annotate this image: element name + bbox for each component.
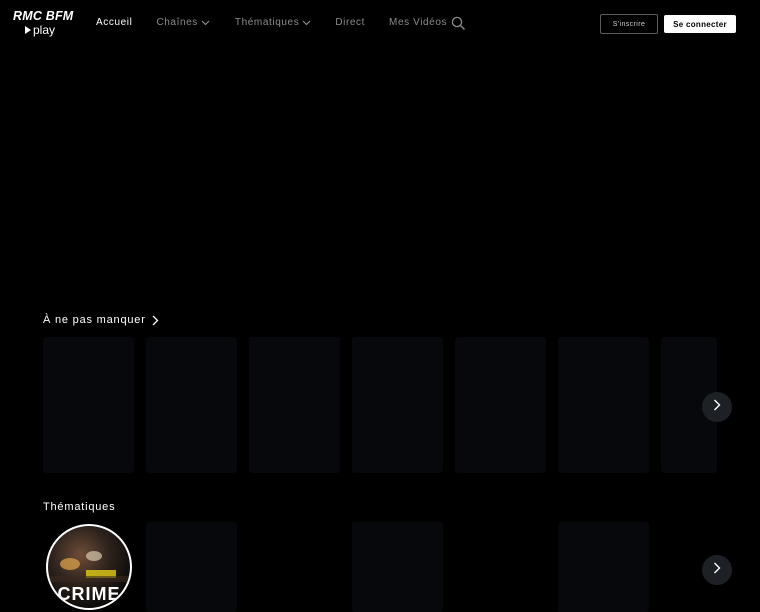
nav-item-accueil[interactable]: Accueil: [96, 17, 132, 28]
theme-card[interactable]: [146, 522, 237, 612]
nav-item-label: Accueil: [96, 17, 133, 28]
logo-wordmark: RMC BFM: [13, 9, 74, 23]
chevron-down-icon: [201, 20, 210, 26]
login-button[interactable]: Se connecter: [664, 15, 736, 33]
chevron-down-icon: [302, 20, 311, 26]
nav-item-label: Mes Vidéos: [389, 17, 448, 28]
theme-card-crime[interactable]: CRIME: [46, 524, 132, 610]
nav-item-chaines[interactable]: Chaînes: [156, 17, 210, 28]
theme-card-title: CRIME: [57, 584, 121, 604]
nav-item-label: Chaînes: [156, 17, 198, 28]
carousel-next-button[interactable]: [702, 555, 732, 585]
play-icon: [25, 26, 31, 34]
logo-play-text: play: [33, 23, 56, 37]
content-card[interactable]: [558, 337, 649, 473]
section-title-label: À ne pas manquer: [43, 314, 146, 326]
theme-card[interactable]: [352, 522, 443, 612]
section-title-themes: Thématiques: [43, 501, 115, 513]
top-header: RMC BFM play Accueil Chaînes Thématiques…: [0, 0, 760, 46]
nav-item-mes-videos[interactable]: Mes Vidéos: [389, 17, 447, 28]
rmc-bfm-play-logo[interactable]: RMC BFM play: [13, 10, 77, 38]
nav-item-label: Direct: [335, 17, 366, 28]
section-title-label: Thématiques: [43, 501, 116, 513]
nav-item-direct[interactable]: Direct: [335, 17, 365, 28]
chevron-right-icon: [713, 561, 721, 579]
content-card[interactable]: [43, 337, 134, 473]
content-card[interactable]: [249, 337, 340, 473]
signup-button[interactable]: S'inscrire: [600, 14, 658, 34]
section-title-featured[interactable]: À ne pas manquer: [43, 314, 159, 326]
content-card[interactable]: [352, 337, 443, 473]
logo-play: play: [25, 24, 77, 36]
nav-item-thematiques[interactable]: Thématiques: [235, 17, 311, 28]
chevron-right-icon: [152, 315, 159, 326]
content-card[interactable]: [146, 337, 237, 473]
themes-carousel: [43, 522, 733, 612]
carousel-next-button[interactable]: [702, 392, 732, 422]
main-nav: Accueil Chaînes Thématiques Direct Mes V…: [96, 17, 447, 28]
chevron-right-icon: [713, 398, 721, 416]
search-icon[interactable]: [451, 16, 466, 31]
featured-carousel: [43, 337, 733, 473]
content-card[interactable]: [455, 337, 546, 473]
theme-card[interactable]: [558, 522, 649, 612]
nav-item-label: Thématiques: [234, 17, 300, 28]
